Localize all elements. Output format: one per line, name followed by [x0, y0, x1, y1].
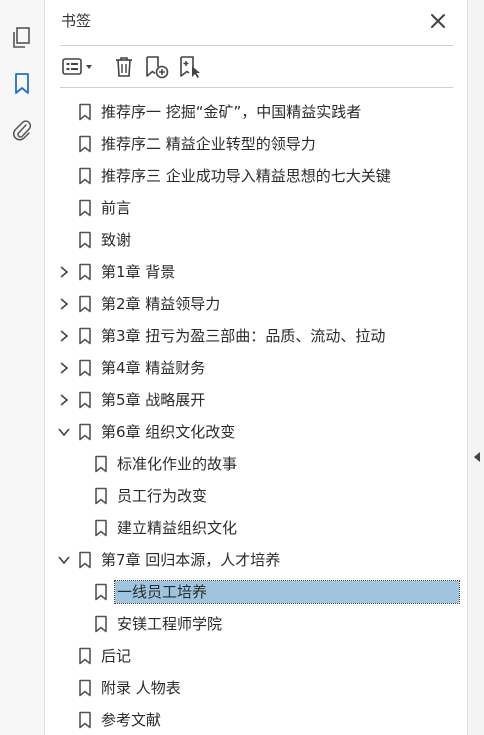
bookmarks-window: 书签 推荐序一 挖掘“金矿”，中国精益实践者 推荐序二 精益企业转型的领导力 推…: [0, 0, 484, 735]
attachments-button[interactable]: [8, 116, 36, 144]
delete-bookmark-button[interactable]: [110, 52, 138, 82]
bookmark-icon: [79, 167, 91, 185]
bookmark-icon: [79, 679, 91, 697]
page-thumbnails-icon: [13, 27, 30, 48]
new-bookmark-button[interactable]: [142, 52, 172, 82]
bookmark-item[interactable]: 前言: [45, 192, 467, 224]
bookmarks-tab-button[interactable]: [8, 70, 36, 98]
bookmark-label: 员工行为改变: [117, 487, 208, 505]
bookmark-label: 推荐序三 企业成功导入精益思想的七大关键: [101, 167, 391, 185]
bookmark-label: 致谢: [101, 231, 132, 249]
options-menu-icon: [62, 58, 92, 75]
bookmark-icon: [95, 455, 107, 473]
bookmarks-toolbar: [60, 52, 453, 82]
header-divider: [60, 45, 453, 46]
bookmark-icon: [79, 647, 91, 665]
close-panel-button[interactable]: [429, 12, 447, 30]
page-thumbnails-button[interactable]: [8, 24, 36, 52]
right-panel-strip: [467, 0, 484, 735]
bookmark-item[interactable]: 第6章 组织文化改变: [45, 416, 467, 448]
bookmark-label: 第4章 精益财务: [101, 359, 206, 377]
bookmark-label: 第6章 组织文化改变: [101, 423, 236, 441]
bookmark-item[interactable]: 一线员工培养: [45, 576, 467, 608]
close-icon: [431, 14, 445, 28]
bookmark-label: 前言: [101, 199, 132, 217]
new-bookmark-icon: [146, 56, 169, 79]
chevron-down-icon[interactable]: [57, 553, 71, 567]
bookmark-icon: [79, 711, 91, 729]
bookmark-icon: [95, 487, 107, 505]
bookmark-icon: [15, 73, 29, 94]
navigation-rail: [0, 0, 45, 735]
bookmark-label: 第2章 精益领导力: [101, 295, 221, 313]
bookmark-label: 第1章 背景: [101, 263, 176, 281]
bookmark-item[interactable]: 安镁工程师学院: [45, 608, 467, 640]
bookmark-icon: [79, 327, 91, 345]
bookmark-icon: [79, 199, 91, 217]
bookmark-label: 第7章 回归本源，人才培养: [101, 551, 281, 569]
bookmark-item[interactable]: 第5章 战略展开: [45, 384, 467, 416]
bookmark-label: 建立精益组织文化: [117, 519, 238, 537]
bookmark-label: 附录 人物表: [101, 679, 181, 697]
chevron-right-icon[interactable]: [57, 361, 71, 375]
delete-bookmark-icon: [116, 57, 132, 77]
bookmark-icon: [79, 359, 91, 377]
bookmark-label: 标准化作业的故事: [117, 455, 238, 473]
bookmark-label: 推荐序一 挖掘“金矿”，中国精益实践者: [101, 103, 362, 121]
bookmark-label: 参考文献: [101, 711, 162, 729]
bookmark-icon: [95, 519, 107, 537]
bookmark-icon: [79, 231, 91, 249]
bookmark-item[interactable]: 附录 人物表: [45, 672, 467, 704]
bookmark-icon: [79, 295, 91, 313]
options-menu-button[interactable]: [60, 52, 98, 82]
bookmark-icon: [95, 583, 107, 601]
bookmark-item[interactable]: 第1章 背景: [45, 256, 467, 288]
bookmark-item[interactable]: 致谢: [45, 224, 467, 256]
bookmark-item[interactable]: 建立精益组织文化: [45, 512, 467, 544]
chevron-right-icon[interactable]: [57, 265, 71, 279]
bookmark-item[interactable]: 推荐序一 挖掘“金矿”，中国精益实践者: [45, 96, 467, 128]
chevron-right-icon[interactable]: [57, 297, 71, 311]
bookmark-item[interactable]: 第3章 扭亏为盈三部曲：品质、流动、拉动: [45, 320, 467, 352]
bookmark-label: 安镁工程师学院: [117, 615, 223, 633]
chevron-down-icon[interactable]: [57, 425, 71, 439]
bookmark-item[interactable]: 第4章 精益财务: [45, 352, 467, 384]
bookmark-tree: 推荐序一 挖掘“金矿”，中国精益实践者 推荐序二 精益企业转型的领导力推荐序三 企…: [45, 96, 467, 735]
bookmark-icon: [79, 103, 91, 121]
bookmark-icon: [95, 615, 107, 633]
bookmark-item[interactable]: 推荐序二 精益企业转型的领导力: [45, 128, 467, 160]
bookmarks-panel: 书签 推荐序一 挖掘“金矿”，中国精益实践者 推荐序二 精益企业转型的领导力 推…: [45, 0, 467, 735]
bookmark-label: 第3章 扭亏为盈三部曲：品质、流动、拉动: [101, 327, 386, 345]
bookmark-label: 第5章 战略展开: [101, 391, 206, 409]
bookmark-from-selection-button[interactable]: [176, 52, 206, 82]
bookmark-icon: [79, 391, 91, 409]
bookmark-icon: [79, 135, 91, 153]
bookmark-label: 后记: [101, 647, 132, 665]
chevron-right-icon[interactable]: [57, 329, 71, 343]
attachment-icon: [13, 120, 32, 141]
bookmark-item[interactable]: 标准化作业的故事: [45, 448, 467, 480]
bookmark-label: 推荐序二 精益企业转型的领导力: [101, 135, 316, 153]
bookmark-from-selection-icon: [180, 56, 200, 78]
toolbar-divider: [60, 87, 453, 88]
bookmark-item[interactable]: 第2章 精益领导力: [45, 288, 467, 320]
bookmark-item[interactable]: 参考文献: [45, 704, 467, 735]
bookmark-label: 一线员工培养: [114, 580, 460, 604]
bookmark-icon: [79, 423, 91, 441]
bookmark-item[interactable]: 推荐序三 企业成功导入精益思想的七大关键: [45, 160, 467, 192]
collapse-panel-arrow-icon[interactable]: [474, 452, 480, 462]
bookmark-icon: [79, 263, 91, 281]
bookmark-item[interactable]: 员工行为改变: [45, 480, 467, 512]
bookmark-item[interactable]: 后记: [45, 640, 467, 672]
chevron-right-icon[interactable]: [57, 393, 71, 407]
bookmark-icon: [79, 551, 91, 569]
panel-title: 书签: [61, 12, 92, 30]
bookmark-item[interactable]: 第7章 回归本源，人才培养: [45, 544, 467, 576]
